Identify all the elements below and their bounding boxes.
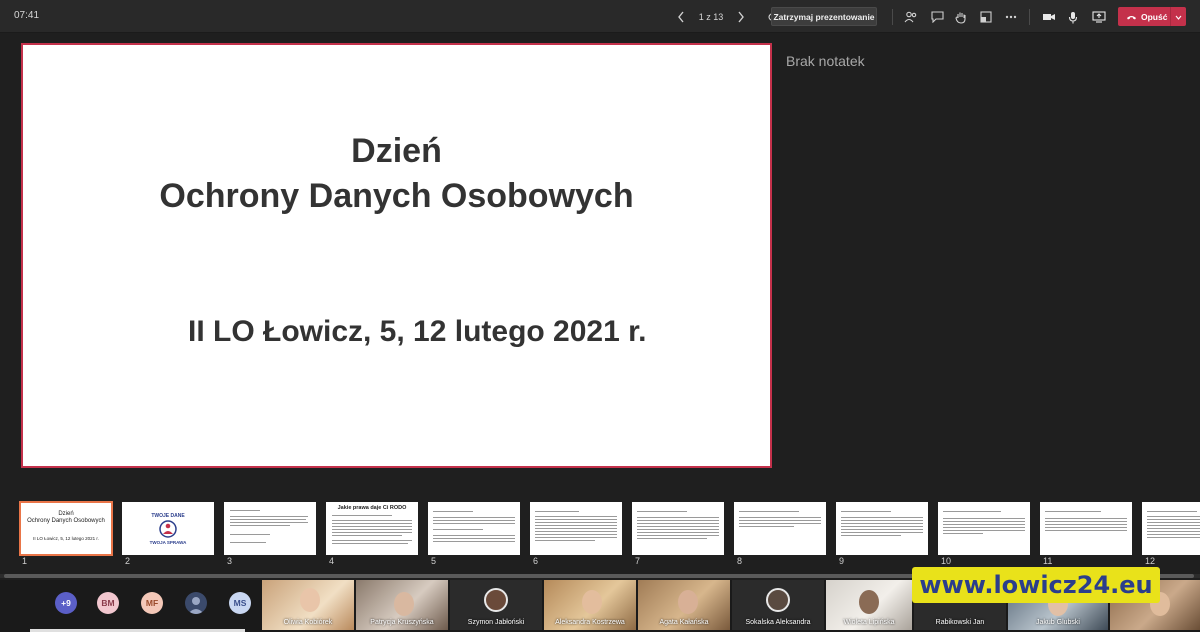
watermark: www.lowicz24.eu — [912, 567, 1160, 603]
thumbnail-slide-2[interactable]: TWOJE DANE TWOJA SPRAWA — [122, 502, 214, 555]
avatar[interactable]: BM — [97, 592, 119, 614]
slide-subtitle: II LO Łowicz, 5, 12 lutego 2021 r. — [188, 315, 647, 348]
participant-name: Aleksandra Kostrzewa — [555, 619, 625, 626]
slide-title-line1: Dzień — [351, 132, 442, 170]
leave-label: Opuść — [1141, 11, 1168, 22]
thumbnail-slide-6[interactable] — [530, 502, 622, 555]
slide-title-line2: Ochrony Danych Osobowych — [159, 177, 634, 215]
toolbar-divider — [1029, 9, 1030, 25]
meeting-timer: 07:41 — [14, 10, 40, 21]
more-options-icon[interactable] — [1002, 8, 1020, 26]
more-participants-badge[interactable]: +9 — [55, 592, 77, 614]
thumbnail-slide-10[interactable] — [938, 502, 1030, 555]
avatar[interactable]: MS — [229, 592, 251, 614]
thumbnail-subtitle: II LO Łowicz, 5, 12 lutego 2021 r. — [33, 536, 99, 541]
participant-video-tile[interactable]: Patrycja Kruszyńska — [356, 580, 448, 630]
thumbnail-slide-8[interactable] — [734, 502, 826, 555]
thumbnail-number: 6 — [533, 556, 539, 566]
participant-name: Sokalska Aleksandra — [745, 619, 811, 626]
thumbnail-number: 2 — [125, 556, 131, 566]
thumbnail-title: Jakie prawa daje Ci RODO — [337, 505, 407, 511]
meeting-toolbar: 07:41 1 z 13 Zatrzymaj prezentowanie Opu… — [0, 0, 1200, 33]
leave-button[interactable]: Opuść — [1118, 7, 1186, 26]
slide-thumbnail-strip: Dzień Ochrony Danych Osobowych II LO Łow… — [0, 500, 1200, 570]
thumbnail-title: Dzień Ochrony Danych Osobowych — [27, 511, 105, 524]
thumbnail-slide-12[interactable] — [1142, 502, 1200, 555]
avatar-photo[interactable] — [185, 592, 207, 614]
participant-name: Szymon Jabłoński — [467, 619, 525, 626]
thumbnail-slide-4[interactable]: Jakie prawa daje Ci RODO — [326, 502, 418, 555]
participant-video-tile[interactable]: Sokalska Aleksandra — [732, 580, 824, 630]
participant-name: Patrycja Kruszyńska — [370, 619, 434, 626]
thumbnail-slide-3[interactable] — [224, 502, 316, 555]
thumbnail-slide-5[interactable] — [428, 502, 520, 555]
camera-icon[interactable] — [1040, 8, 1058, 26]
participant-video-tile[interactable]: Aleksandra Kostrzewa — [544, 580, 636, 630]
thumbnail-number: 5 — [431, 556, 437, 566]
stop-presenting-button[interactable]: Zatrzymaj prezentowanie — [771, 7, 877, 26]
participant-name: Wioleta Lipińska — [843, 619, 895, 626]
logo-icon — [159, 520, 177, 538]
leave-main[interactable]: Opuść — [1118, 12, 1170, 22]
chat-icon[interactable] — [928, 8, 946, 26]
participant-video-tile[interactable]: Oliwia Kobiórek — [262, 580, 354, 630]
current-slide: Dzień Ochrony Danych Osobowych II LO Łow… — [21, 43, 772, 468]
thumbnail-number: 12 — [1145, 556, 1156, 566]
speaker-notes: Brak notatek — [786, 53, 865, 69]
thumbnail-number: 1 — [22, 556, 28, 566]
participant-name: Rabikowski Jan — [935, 619, 985, 626]
share-screen-icon[interactable] — [1090, 8, 1108, 26]
page-indicator: 1 z 13 — [698, 12, 724, 22]
slide-navigation: 1 z 13 — [672, 7, 784, 27]
avatar[interactable]: MF — [141, 592, 163, 614]
toolbar-divider — [892, 9, 893, 25]
participants-icon[interactable] — [902, 8, 920, 26]
thumbnail-subtitle: TWOJA SPRAWA — [149, 540, 187, 545]
participant-video-tile[interactable]: Wioleta Lipińska — [826, 580, 912, 630]
thumbnail-number: 8 — [737, 556, 743, 566]
thumbnail-number: 11 — [1043, 556, 1053, 566]
participant-video-tile[interactable]: Szymon Jabłoński — [450, 580, 542, 630]
participant-name: Agata Kałańska — [659, 619, 709, 626]
chevron-down-icon[interactable] — [1171, 12, 1186, 22]
previous-slide-button[interactable] — [672, 8, 690, 26]
thumbnail-number: 3 — [227, 556, 233, 566]
thumbnail-number: 7 — [635, 556, 641, 566]
microphone-icon[interactable] — [1064, 8, 1082, 26]
thumbnail-slide-9[interactable] — [836, 502, 928, 555]
thumbnail-number: 4 — [329, 556, 335, 566]
next-slide-button[interactable] — [732, 8, 750, 26]
thumbnail-number: 9 — [839, 556, 845, 566]
participant-name: Oliwia Kobiórek — [283, 619, 333, 626]
thumbnail-slide-7[interactable] — [632, 502, 724, 555]
phone-hangup-icon — [1127, 15, 1136, 19]
rooms-icon[interactable] — [977, 8, 995, 26]
raise-hand-icon[interactable] — [952, 8, 970, 26]
thumbnail-slide-11[interactable] — [1040, 502, 1132, 555]
participant-video-tile[interactable]: Agata Kałańska — [638, 580, 730, 630]
thumbnail-slide-1[interactable]: Dzień Ochrony Danych Osobowych II LO Łow… — [19, 501, 113, 556]
thumbnail-number: 10 — [941, 556, 952, 566]
participant-name: Jakub Glubski — [1036, 619, 1080, 626]
